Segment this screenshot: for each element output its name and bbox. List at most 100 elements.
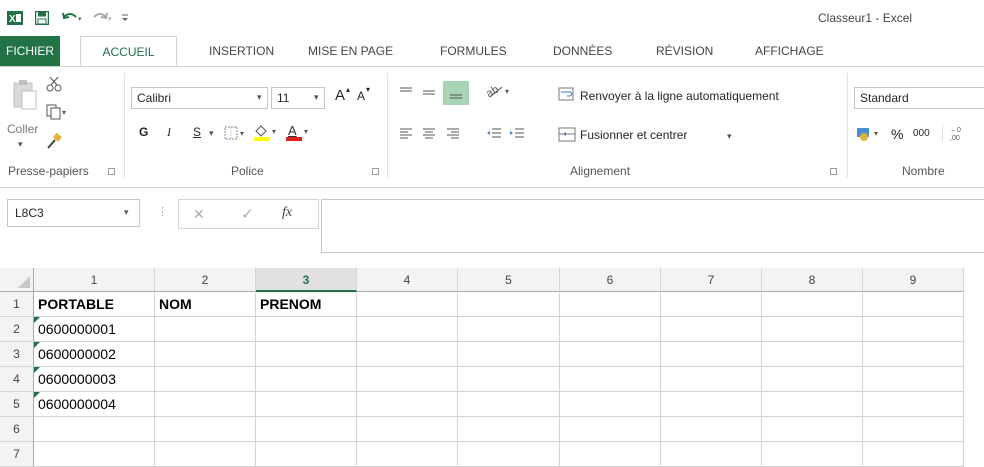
- tab-mise-en-page[interactable]: MISE EN PAGE: [308, 44, 393, 58]
- cell[interactable]: [155, 367, 256, 392]
- wrap-text-button[interactable]: Renvoyer à la ligne automatiquement: [580, 89, 779, 103]
- cell[interactable]: 0600000004: [34, 392, 155, 417]
- align-center-icon[interactable]: [422, 127, 436, 144]
- cell[interactable]: [155, 317, 256, 342]
- cell[interactable]: [458, 442, 560, 467]
- cell[interactable]: [762, 417, 863, 442]
- tab-formules[interactable]: FORMULES: [440, 44, 507, 58]
- cell[interactable]: PRENOM: [256, 292, 357, 317]
- column-header-3[interactable]: 3: [256, 268, 357, 292]
- column-header-5[interactable]: 5: [458, 268, 560, 292]
- italic-button[interactable]: I: [167, 125, 171, 140]
- row-header-5[interactable]: 5: [0, 392, 34, 417]
- cell[interactable]: [762, 367, 863, 392]
- cell[interactable]: [256, 392, 357, 417]
- shrink-font-button[interactable]: A: [357, 89, 365, 103]
- row-header-7[interactable]: 7: [0, 442, 34, 467]
- currency-format-icon[interactable]: ▾: [856, 125, 884, 144]
- name-box[interactable]: L8C3 ▾: [7, 199, 140, 227]
- cell[interactable]: [762, 292, 863, 317]
- cell[interactable]: [155, 442, 256, 467]
- column-header-6[interactable]: 6: [560, 268, 661, 292]
- column-header-8[interactable]: 8: [762, 268, 863, 292]
- column-header-7[interactable]: 7: [661, 268, 762, 292]
- cell[interactable]: [560, 442, 661, 467]
- orientation-icon[interactable]: ab ▾: [484, 83, 514, 102]
- grow-font-button[interactable]: A: [335, 87, 345, 104]
- cut-icon[interactable]: [46, 76, 62, 95]
- cell[interactable]: [34, 417, 155, 442]
- clipboard-launcher-icon[interactable]: [108, 168, 115, 175]
- cell[interactable]: [34, 442, 155, 467]
- align-bottom-button[interactable]: [443, 81, 469, 105]
- column-header-4[interactable]: 4: [357, 268, 458, 292]
- cell[interactable]: [762, 317, 863, 342]
- formula-input[interactable]: [321, 199, 984, 253]
- cell[interactable]: [458, 367, 560, 392]
- borders-icon[interactable]: ▾: [224, 125, 248, 144]
- tab-insertion[interactable]: INSERTION: [209, 44, 274, 58]
- align-top-icon[interactable]: [399, 85, 413, 102]
- cell[interactable]: [863, 417, 964, 442]
- cell[interactable]: [256, 442, 357, 467]
- select-all-button[interactable]: [0, 268, 34, 292]
- cell[interactable]: NOM: [155, 292, 256, 317]
- merge-center-icon[interactable]: [558, 127, 576, 146]
- copy-icon[interactable]: ▾: [46, 104, 70, 123]
- tab-revision[interactable]: RÉVISION: [656, 44, 713, 58]
- cell[interactable]: [458, 317, 560, 342]
- cell[interactable]: [155, 392, 256, 417]
- paste-dropdown-icon[interactable]: ▾: [18, 139, 23, 150]
- cell[interactable]: [863, 392, 964, 417]
- cell[interactable]: [357, 417, 458, 442]
- number-format-select[interactable]: Standard: [854, 87, 984, 109]
- cell[interactable]: [863, 342, 964, 367]
- cancel-formula-button[interactable]: ✕: [193, 206, 205, 223]
- row-header-2[interactable]: 2: [0, 317, 34, 342]
- cell[interactable]: [458, 392, 560, 417]
- cell[interactable]: [357, 392, 458, 417]
- align-middle-icon[interactable]: [422, 85, 436, 102]
- row-header-4[interactable]: 4: [0, 367, 34, 392]
- cell[interactable]: [560, 417, 661, 442]
- cell[interactable]: [256, 317, 357, 342]
- cell[interactable]: [863, 442, 964, 467]
- cell[interactable]: 0600000003: [34, 367, 155, 392]
- alignment-launcher-icon[interactable]: [830, 168, 837, 175]
- tab-affichage[interactable]: AFFICHAGE: [755, 44, 824, 58]
- cell[interactable]: [661, 442, 762, 467]
- cell[interactable]: [458, 292, 560, 317]
- cell[interactable]: [256, 342, 357, 367]
- cell[interactable]: [357, 292, 458, 317]
- cell[interactable]: [863, 367, 964, 392]
- percent-button[interactable]: %: [891, 126, 903, 142]
- font-name-select[interactable]: Calibri: [131, 87, 268, 109]
- insert-function-button[interactable]: fx: [282, 205, 292, 221]
- customize-qat-icon[interactable]: [120, 9, 130, 27]
- font-name-dropdown-icon[interactable]: ▾: [257, 92, 262, 103]
- cell[interactable]: 0600000001: [34, 317, 155, 342]
- align-left-icon[interactable]: [399, 127, 413, 144]
- tab-donnees[interactable]: DONNÉES: [553, 44, 612, 58]
- cell[interactable]: [661, 292, 762, 317]
- merge-dropdown-icon[interactable]: ▾: [727, 131, 732, 142]
- row-header-3[interactable]: 3: [0, 342, 34, 367]
- merge-center-button[interactable]: Fusionner et centrer: [580, 128, 687, 142]
- tab-fichier[interactable]: FICHIER: [0, 36, 60, 66]
- cell[interactable]: [256, 367, 357, 392]
- cell[interactable]: PORTABLE: [34, 292, 155, 317]
- cell[interactable]: [762, 442, 863, 467]
- column-header-1[interactable]: 1: [34, 268, 155, 292]
- row-header-6[interactable]: 6: [0, 417, 34, 442]
- undo-icon[interactable]: ▾: [62, 9, 84, 27]
- format-painter-icon[interactable]: [46, 132, 62, 152]
- worksheet-grid[interactable]: 123456789 1 PORTABLE NOM PRENOM 2 0600000001 3…: [0, 268, 984, 467]
- cell[interactable]: [357, 367, 458, 392]
- paste-icon[interactable]: [10, 79, 40, 118]
- cell[interactable]: [762, 342, 863, 367]
- decrease-indent-icon[interactable]: [486, 127, 502, 144]
- align-right-icon[interactable]: [446, 127, 460, 144]
- cell[interactable]: [458, 342, 560, 367]
- cell[interactable]: [661, 417, 762, 442]
- cell[interactable]: [661, 317, 762, 342]
